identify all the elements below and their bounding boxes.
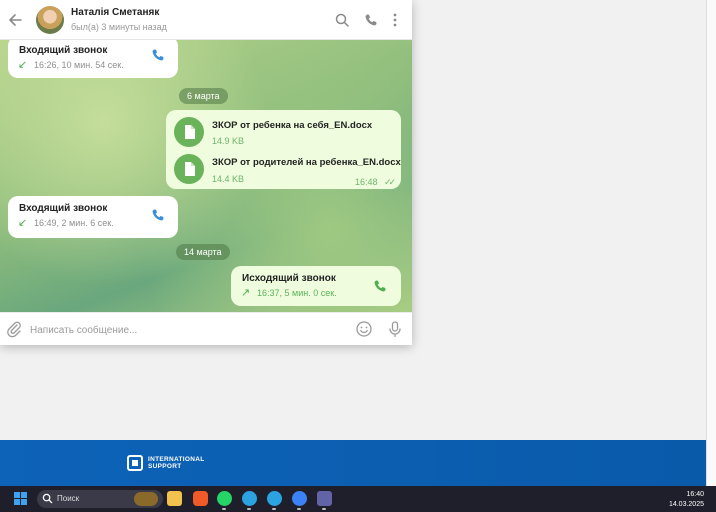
call-title: Входящий звонок (19, 203, 108, 214)
telegram-window: Наталія Сметаняк был(а) 3 минуты назад В… (0, 0, 412, 345)
paperclip-icon[interactable] (5, 320, 23, 338)
date-separator: 6 марта (179, 88, 228, 104)
chat-header: Наталія Сметаняк был(а) 3 минуты назад (0, 0, 412, 40)
message-composer (0, 312, 412, 345)
contact-name[interactable]: Наталія Сметаняк (71, 7, 159, 18)
incoming-arrow-icon: ↙ (18, 59, 28, 71)
phone-icon[interactable] (372, 278, 388, 294)
call-meta: 16:49, 2 мин. 6 сек. (34, 218, 114, 228)
outgoing-file-message[interactable]: ЗКОР от ребенка на себя_EN.docx 14.9 KB … (166, 110, 401, 189)
outgoing-call-message[interactable]: Исходящий звонок ↗ 16:37, 5 мин. 0 сек. (231, 266, 401, 306)
clock-time[interactable]: 16:40 (680, 491, 704, 498)
search-icon[interactable] (334, 12, 350, 28)
emoji-icon[interactable] (355, 320, 373, 338)
more-vertical-icon[interactable] (387, 12, 403, 28)
brave-browser-icon[interactable] (193, 491, 208, 506)
teams-icon[interactable] (317, 491, 332, 506)
date-separator: 14 марта (176, 244, 230, 260)
call-meta: 16:26, 10 мин. 54 сек. (34, 60, 124, 70)
active-app-indicator (297, 508, 301, 510)
document-icon[interactable] (174, 154, 204, 184)
call-title: Исходящий звонок (242, 273, 336, 284)
avatar[interactable] (36, 6, 64, 34)
incoming-call-message[interactable]: Входящий звонок ↙ 16:26, 10 мин. 54 сек. (8, 40, 178, 78)
file-size: 14.9 KB (212, 136, 245, 146)
phone-icon[interactable] (363, 12, 379, 28)
message-input[interactable] (30, 321, 330, 339)
active-app-indicator (272, 508, 276, 510)
file-explorer-icon[interactable] (167, 491, 182, 506)
back-arrow-icon[interactable] (6, 10, 26, 30)
search-label[interactable]: Поиск (57, 494, 79, 503)
brand-logo-icon (127, 455, 143, 471)
contact-status: был(а) 3 минуты назад (71, 22, 167, 32)
file-name[interactable]: ЗКОР от родителей на ребенка_EN.docx (212, 157, 401, 168)
file-name[interactable]: ЗКОР от ребенка на себя_EN.docx (212, 120, 372, 131)
file-size: 14.4 KB (212, 174, 245, 184)
message-time: 16:48 (355, 177, 378, 187)
telegram-icon[interactable] (267, 491, 282, 506)
read-checkmarks-icon: ✓✓ (384, 177, 396, 187)
windows-start-icon[interactable] (14, 492, 28, 506)
active-app-indicator (322, 508, 326, 510)
document-icon[interactable] (174, 117, 204, 147)
incoming-arrow-icon: ↙ (18, 217, 28, 229)
search-icon (42, 493, 53, 504)
active-app-indicator (247, 508, 251, 510)
microphone-icon[interactable] (386, 320, 404, 338)
clock-date[interactable]: 14.03.2025 (668, 501, 704, 508)
chat-messages: Входящий звонок ↙ 16:26, 10 мин. 54 сек.… (0, 40, 412, 312)
call-meta: 16:37, 5 мин. 0 сек. (257, 288, 337, 298)
phone-icon[interactable] (150, 207, 166, 223)
browser-icon[interactable] (292, 491, 307, 506)
outgoing-arrow-icon: ↗ (241, 287, 251, 299)
call-title: Входящий звонок (19, 45, 108, 56)
telegram-icon[interactable] (242, 491, 257, 506)
brand-name: INTERNATIONAL SUPPORT (148, 456, 205, 470)
brand-banner (0, 440, 706, 486)
search-highlight-icon (134, 492, 158, 506)
window-edge (706, 0, 716, 486)
phone-icon[interactable] (150, 47, 166, 63)
incoming-call-message[interactable]: Входящий звонок ↙ 16:49, 2 мин. 6 сек. (8, 196, 178, 238)
whatsapp-icon[interactable] (217, 491, 232, 506)
active-app-indicator (222, 508, 226, 510)
